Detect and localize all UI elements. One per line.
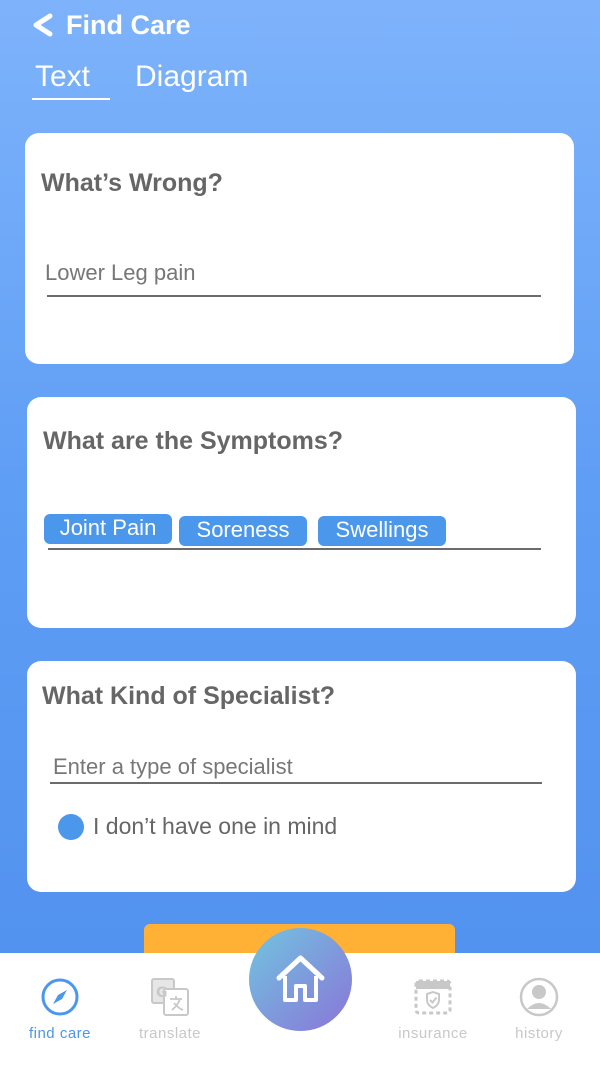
nav-insurance-label: insurance [398,1025,468,1042]
insurance-card-icon [414,979,452,1015]
whats-wrong-underline [47,295,541,297]
page-title: Find Care [66,9,191,40]
svg-text:G: G [156,985,168,1001]
whats-wrong-title: What’s Wrong? [41,169,223,197]
home-icon [276,955,325,1002]
app-header: Find Care [30,8,191,42]
specialist-underline [50,782,542,784]
translate-icon: G [151,978,189,1016]
tab-bar: Text Diagram [32,60,273,100]
user-icon [519,977,559,1017]
specialist-card: What Kind of Specialist? Enter a type of… [27,661,576,892]
specialist-input[interactable]: Enter a type of specialist [53,754,293,780]
symptoms-card: What are the Symptoms? Joint Pain Sorene… [27,397,576,628]
symptoms-title: What are the Symptoms? [43,427,344,455]
symptom-chip-swellings[interactable]: Swellings [318,516,446,546]
tab-diagram[interactable]: Diagram [132,60,251,100]
nav-history-label: history [515,1025,563,1042]
no-specialist-radio[interactable] [58,814,84,840]
tab-text[interactable]: Text [32,60,110,100]
no-specialist-label[interactable]: I don’t have one in mind [93,813,337,840]
back-arrow-icon[interactable] [30,12,56,38]
symptoms-underline [48,548,541,550]
whats-wrong-input[interactable]: Lower Leg pain [45,260,195,286]
compass-icon [41,978,79,1016]
whats-wrong-card: What’s Wrong? Lower Leg pain [25,133,574,364]
nav-find-care-label: find care [28,1025,92,1042]
home-button[interactable] [249,928,352,1031]
nav-translate-label: translate [138,1025,202,1042]
symptom-chip-soreness[interactable]: Soreness [179,516,307,546]
symptom-chip-joint-pain[interactable]: Joint Pain [44,514,172,544]
specialist-title: What Kind of Specialist? [42,682,336,710]
